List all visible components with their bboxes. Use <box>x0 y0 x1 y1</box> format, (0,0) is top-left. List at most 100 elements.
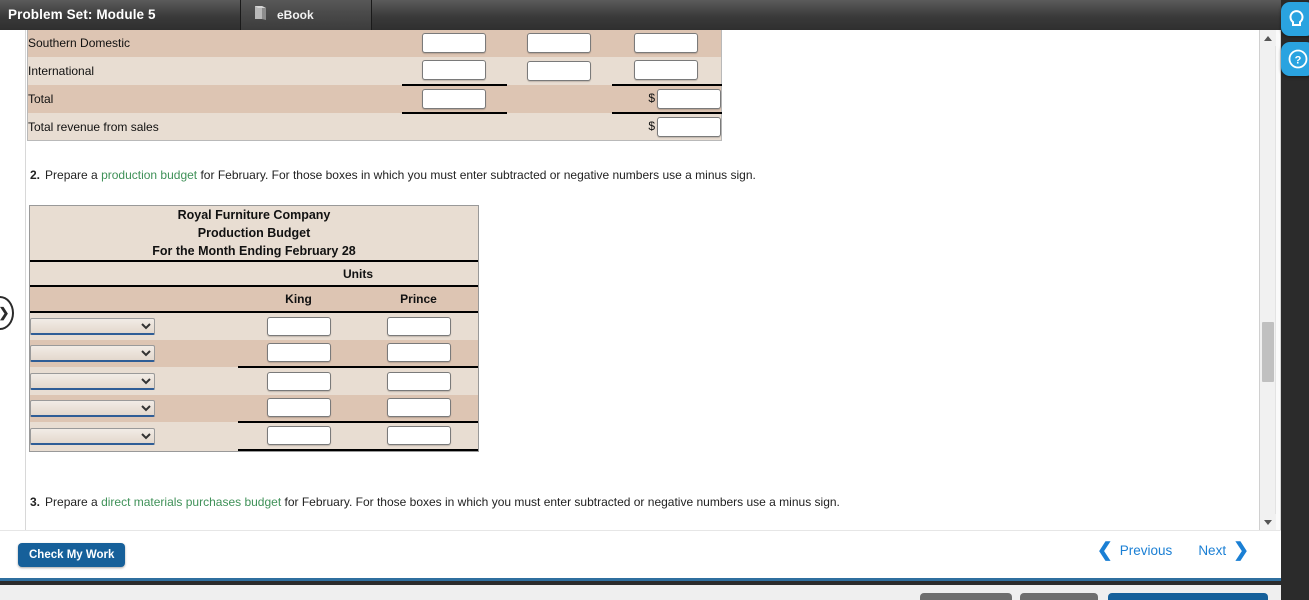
next-label: Next <box>1198 543 1227 558</box>
row-cell <box>507 57 612 85</box>
pager-navigation: ❮ Previous Next ❯ <box>1097 541 1249 560</box>
production-row-3-select[interactable] <box>30 400 155 417</box>
topbar-filler <box>372 0 1309 30</box>
svg-text:?: ? <box>1295 55 1302 67</box>
row-cell: $ <box>612 113 722 141</box>
link-direct-materials-purchases-budget[interactable]: direct materials purchases budget <box>101 495 281 509</box>
row-king-cell <box>238 312 359 340</box>
check-my-work-button[interactable]: Check My Work <box>18 543 126 567</box>
production-row-4-prince-input[interactable] <box>386 426 451 446</box>
book-icon <box>253 5 268 26</box>
previous-label: Previous <box>1119 543 1173 558</box>
previous-button[interactable]: ❮ Previous <box>1097 541 1172 560</box>
sales-total-input[interactable] <box>422 88 486 109</box>
row-king-cell <box>238 339 359 368</box>
chevron-right-icon: ❯ <box>0 305 9 321</box>
instruction-2: 2. Prepare a production budget for Februa… <box>30 167 756 183</box>
chat-support-icon[interactable] <box>1281 2 1309 36</box>
row-cell-empty <box>507 85 612 113</box>
scroll-up-arrow-icon[interactable] <box>1260 30 1276 46</box>
row-prince-cell <box>359 339 478 368</box>
production-row-0-king-input[interactable] <box>266 316 331 336</box>
chevron-right-icon: ❯ <box>1233 540 1249 561</box>
production-row-3-king-input[interactable] <box>266 398 331 418</box>
right-side-rail: ? <box>1281 0 1309 600</box>
row-cell <box>401 56 507 86</box>
row-cell <box>612 30 722 57</box>
footer-button-primary[interactable] <box>1108 593 1268 600</box>
instruction-2-number: 2. <box>30 168 41 182</box>
row-prince-cell <box>359 367 478 395</box>
instruction-3-pre: Prepare a <box>45 495 102 509</box>
row-cell-empty <box>507 113 612 141</box>
row-cell <box>507 30 612 57</box>
budget-period: For the Month Ending February 28 <box>152 244 356 258</box>
left-gutter <box>0 30 26 530</box>
col-header-prince: Prince <box>359 286 478 313</box>
table-title-row: Royal Furniture Company Production Budge… <box>30 206 478 262</box>
assignment-page: Problem Set: Module 5 eBook Southern Dom… <box>0 0 1309 600</box>
row-select-cell <box>30 367 238 395</box>
production-row-1-king-input[interactable] <box>266 343 331 363</box>
col-header-blank <box>30 286 238 313</box>
production-budget-body: Royal Furniture Company Production Budge… <box>30 206 478 451</box>
row-select-cell <box>30 422 238 450</box>
sales-budget-body: Southern Domestic International Total $ … <box>27 30 722 141</box>
page-title: Problem Set: Module 5 <box>8 7 156 22</box>
row-cell <box>611 56 722 86</box>
row-king-cell <box>238 367 359 395</box>
production-row-1-select[interactable] <box>30 345 155 362</box>
table-row-total: Total $ <box>27 84 722 114</box>
row-cell <box>401 84 507 114</box>
sales-input-r1c0[interactable] <box>422 60 486 80</box>
row-select-cell <box>30 340 238 368</box>
footer-button-2[interactable] <box>1020 593 1098 600</box>
sales-input-r1c1[interactable] <box>527 60 591 81</box>
production-row-1-prince-input[interactable] <box>386 343 451 363</box>
table-row-grand-total: Total revenue from sales $ <box>27 112 722 141</box>
sales-input-r0c0[interactable] <box>422 32 486 53</box>
production-row-4-king-input[interactable] <box>266 426 331 446</box>
grand-total-label: Total revenue from sales <box>28 119 159 134</box>
row-prince-cell <box>359 394 478 423</box>
production-row-2-prince-input[interactable] <box>386 371 451 391</box>
next-button[interactable]: Next ❯ <box>1198 541 1249 560</box>
units-header: Units <box>238 261 478 287</box>
row-cell <box>402 30 507 57</box>
production-row-4-select[interactable] <box>30 427 155 445</box>
chevron-left-icon: ❮ <box>1096 540 1113 561</box>
budget-name: Production Budget <box>197 226 311 240</box>
table-row <box>30 312 478 340</box>
row-prince-cell <box>359 312 478 340</box>
bottom-action-bar: Check My Work ❮ Previous Next ❯ <box>0 530 1281 580</box>
production-row-3-prince-input[interactable] <box>386 398 451 418</box>
scroll-thumb[interactable] <box>1262 322 1274 382</box>
production-row-0-select[interactable] <box>30 318 155 335</box>
instruction-3-number: 3. <box>30 495 41 509</box>
production-budget-grid: Royal Furniture Company Production Budge… <box>30 206 478 451</box>
instruction-3-post: for February. For those boxes in which y… <box>281 495 840 509</box>
sales-budget-table: Southern Domestic International Total $ … <box>27 30 722 141</box>
table-row <box>30 339 478 368</box>
col-header-king: King <box>238 286 359 313</box>
table-row: Southern Domestic <box>27 30 722 57</box>
link-production-budget[interactable]: production budget <box>101 168 197 182</box>
scroll-down-arrow-icon[interactable] <box>1260 514 1276 530</box>
sales-input-r0c1[interactable] <box>527 32 591 53</box>
instruction-3: 3. Prepare a direct materials purchases b… <box>30 494 840 510</box>
production-row-2-king-input[interactable] <box>266 371 331 391</box>
tab-ebook[interactable]: eBook <box>241 0 371 30</box>
production-row-2-select[interactable] <box>30 372 155 390</box>
table-row <box>30 422 478 451</box>
sales-total-dollar-input[interactable] <box>657 88 721 109</box>
sales-input-r0c2[interactable] <box>634 32 699 53</box>
row-label: International <box>28 63 95 78</box>
question-help-icon[interactable]: ? <box>1281 42 1309 76</box>
row-select-cell <box>30 395 238 423</box>
sales-input-r1c2[interactable] <box>634 60 699 80</box>
total-revenue-input[interactable] <box>657 116 721 137</box>
vertical-scrollbar[interactable] <box>1259 30 1276 530</box>
footer-button-1[interactable] <box>920 593 1012 600</box>
production-row-0-prince-input[interactable] <box>386 316 451 336</box>
row-prince-cell <box>359 422 478 451</box>
